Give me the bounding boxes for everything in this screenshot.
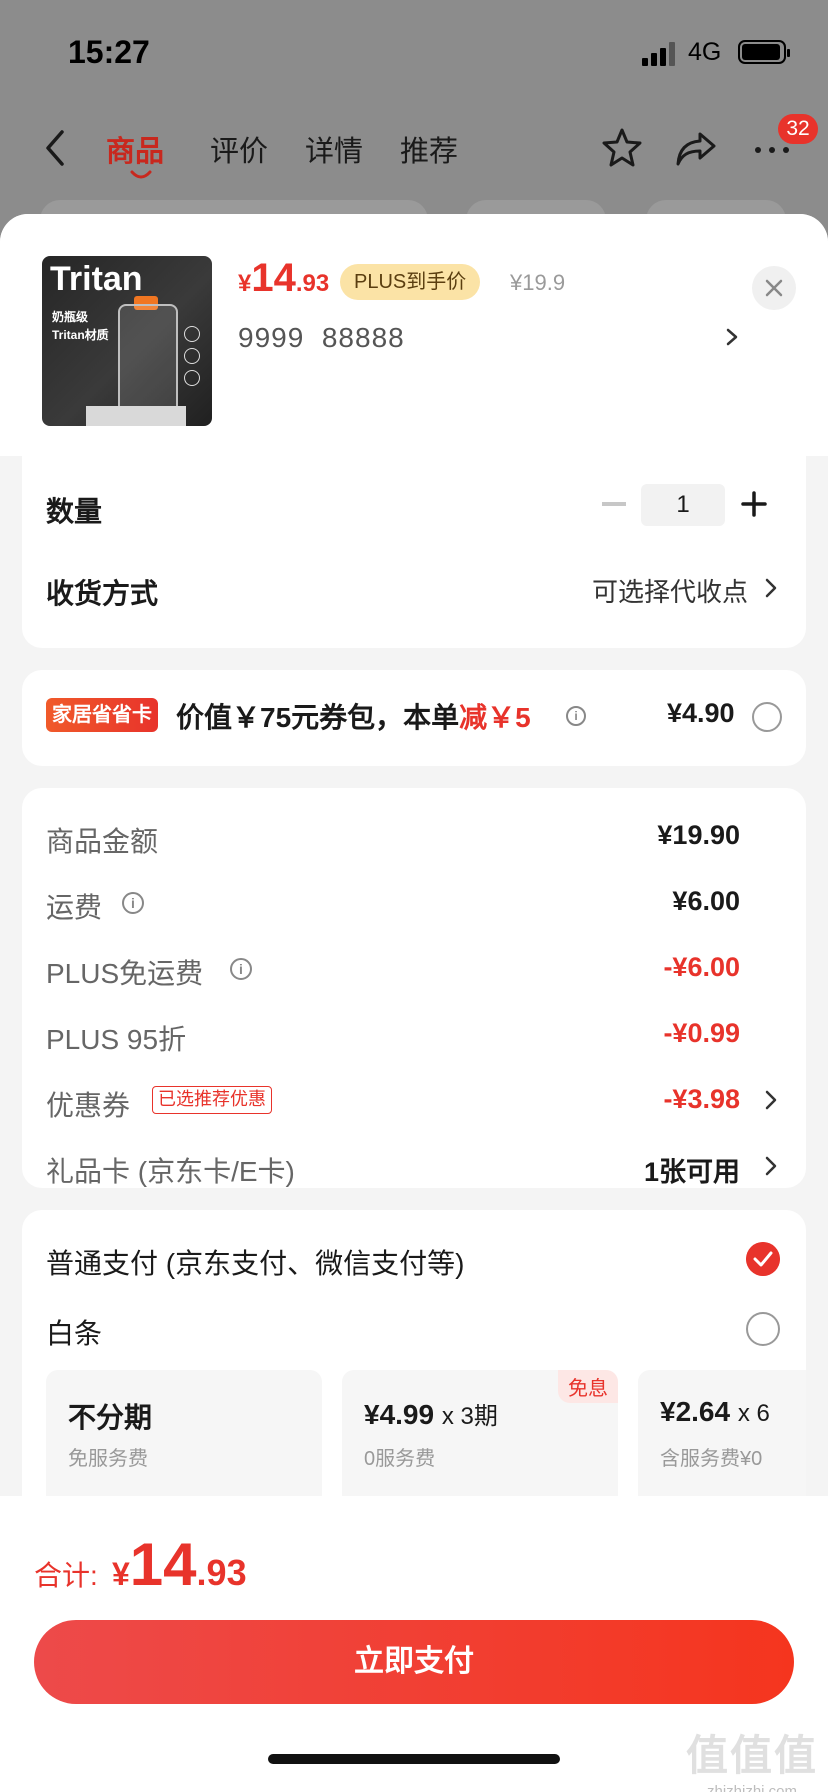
close-icon[interactable] [752,266,796,310]
promo-price: ¥4.90 [667,698,735,728]
delivery-label: 收货方式 [46,578,159,609]
fee-value-goods: ¥19.90 [657,820,740,850]
fee-value-plus-discount: -¥0.99 [663,1018,740,1048]
thumb-line-1: 奶瓶级 [52,310,89,324]
savings-card-tag: 家居省省卡 [46,698,158,732]
total-label: 合计: [34,1560,98,1591]
quantity-increase-button[interactable] [740,490,768,518]
product-spec[interactable]: 9999 88888 [238,322,405,354]
interest-free-tag: 免息 [558,1370,618,1403]
fee-label-shipping: 运费 [46,892,103,923]
signal-icon [642,42,678,66]
quantity-label: 数量 [46,496,103,527]
checkout-footer: 合计: ¥14.93 立即支付 值值值 zhizhizhi.com [0,1496,828,1792]
thumb-line-2: Tritan材质 [52,328,109,342]
info-icon[interactable]: i [566,706,586,726]
total-integer: 14 [129,1531,197,1598]
fee-value-coupon[interactable]: -¥3.98 [663,1084,740,1115]
promo-radio[interactable] [752,702,782,732]
feature-dot [184,348,200,364]
installment-sub: 0服务费 [364,1448,436,1470]
promo-text-prefix: 价值￥75元券包，本单 [176,702,460,733]
installment-sub: 含服务费¥0 [660,1448,763,1470]
product-thumbnail: Tritan 奶瓶级 Tritan材质 [42,256,212,426]
plus-price-tag: PLUS到手价 [340,264,481,300]
baitiao-radio[interactable] [746,1312,780,1346]
network-type: 4G [688,38,722,66]
total-price: ¥14.93 [112,1530,247,1599]
coupon-recommended-tag: 已选推荐优惠 [152,1086,272,1114]
info-icon[interactable]: i [122,892,144,914]
tab-reviews[interactable]: 评价 [210,128,268,170]
normal-payment-label[interactable]: 普通支付 (京东支付、微信支付等) [46,1242,464,1282]
promo-card[interactable]: 家居省省卡 价值￥75元券包，本单减￥5 i ¥4.90 [22,670,806,766]
fee-value-plus-free-shipping: -¥6.00 [663,952,740,982]
pay-now-button[interactable]: 立即支付 [34,1620,794,1704]
back-icon[interactable] [40,128,70,168]
baitiao-label[interactable]: 白条 [46,1312,102,1352]
product-header: Tritan 奶瓶级 Tritan材质 ¥14.93 PLUS到手价 ¥19.9… [0,214,828,456]
watermark-logo: 值值值 [685,1732,818,1779]
chevron-right-icon[interactable] [764,1154,778,1178]
plus-price: ¥14.93 [238,256,329,301]
installment-amount: ¥4.99 [364,1399,435,1430]
installment-sub: 免服务费 [68,1448,148,1470]
thumb-brand: Tritan [50,260,143,298]
chevron-right-icon[interactable] [764,576,778,600]
fee-label-coupon: 优惠券 [46,1090,131,1121]
installment-title: 不分期 [68,1402,153,1433]
status-time: 15:27 [68,34,150,70]
bottle-base [86,406,186,426]
promo-discount: 减￥5 [459,702,531,733]
quantity-input[interactable]: 1 [641,484,725,526]
bottle-image [118,304,178,422]
fee-label-plus-discount: PLUS 95折 [46,1024,187,1055]
price-currency: ¥ [238,270,252,297]
feature-dot [184,326,200,342]
tab-product[interactable]: 商品 [106,128,164,170]
total-decimal: .93 [196,1552,247,1593]
total-currency: ¥ [112,1556,130,1592]
tab-recommend[interactable]: 推荐 [400,128,458,170]
info-icon[interactable]: i [230,958,252,980]
price-integer: 14 [251,256,296,300]
home-indicator[interactable] [268,1754,560,1764]
installment-times: x 3期 [441,1403,498,1430]
check-icon[interactable] [746,1242,780,1276]
installment-times: x 6 [737,1400,770,1427]
fee-breakdown-card: 商品金额 ¥19.90 运费 i ¥6.00 PLUS免运费 i -¥6.00 … [22,788,806,1188]
product-nav: 商品 评价 详情 推荐 [0,110,828,190]
status-bar: 15:27 4G [0,0,828,100]
fee-label-goods: 商品金额 [46,826,159,857]
fee-value-gift-card[interactable]: 1张可用 [644,1150,740,1189]
original-price: ¥19.9 [510,270,566,295]
tab-details[interactable]: 详情 [305,128,363,170]
share-icon[interactable] [674,126,718,170]
fee-value-shipping: ¥6.00 [672,886,740,916]
message-badge: 32 [778,114,818,144]
chevron-right-icon[interactable] [764,1088,778,1112]
promo-text: 价值￥75元券包，本单减￥5 [176,696,531,736]
delivery-value[interactable]: 可选择代收点 [592,572,748,609]
tab-underline [130,170,152,179]
chevron-right-icon[interactable] [722,322,742,352]
installment-title: ¥4.99 x 3期 [364,1396,498,1431]
feature-dot [184,370,200,386]
watermark: 值值值 zhizhizhi.com [678,1722,826,1792]
fee-label-plus-free-shipping: PLUS免运费 [46,958,204,989]
watermark-url: zhizhizhi.com [706,1783,798,1792]
fee-label-gift-card: 礼品卡 (京东卡/E卡) [46,1156,295,1187]
price-decimal: .93 [295,270,330,297]
installment-title: ¥2.64 x 6 [660,1396,770,1428]
star-icon[interactable] [600,126,644,170]
order-options-card: 数量 1 收货方式 可选择代收点 [22,456,806,648]
installment-amount: ¥2.64 [660,1396,731,1427]
battery-icon [738,40,790,64]
quantity-decrease-button[interactable] [602,502,626,506]
